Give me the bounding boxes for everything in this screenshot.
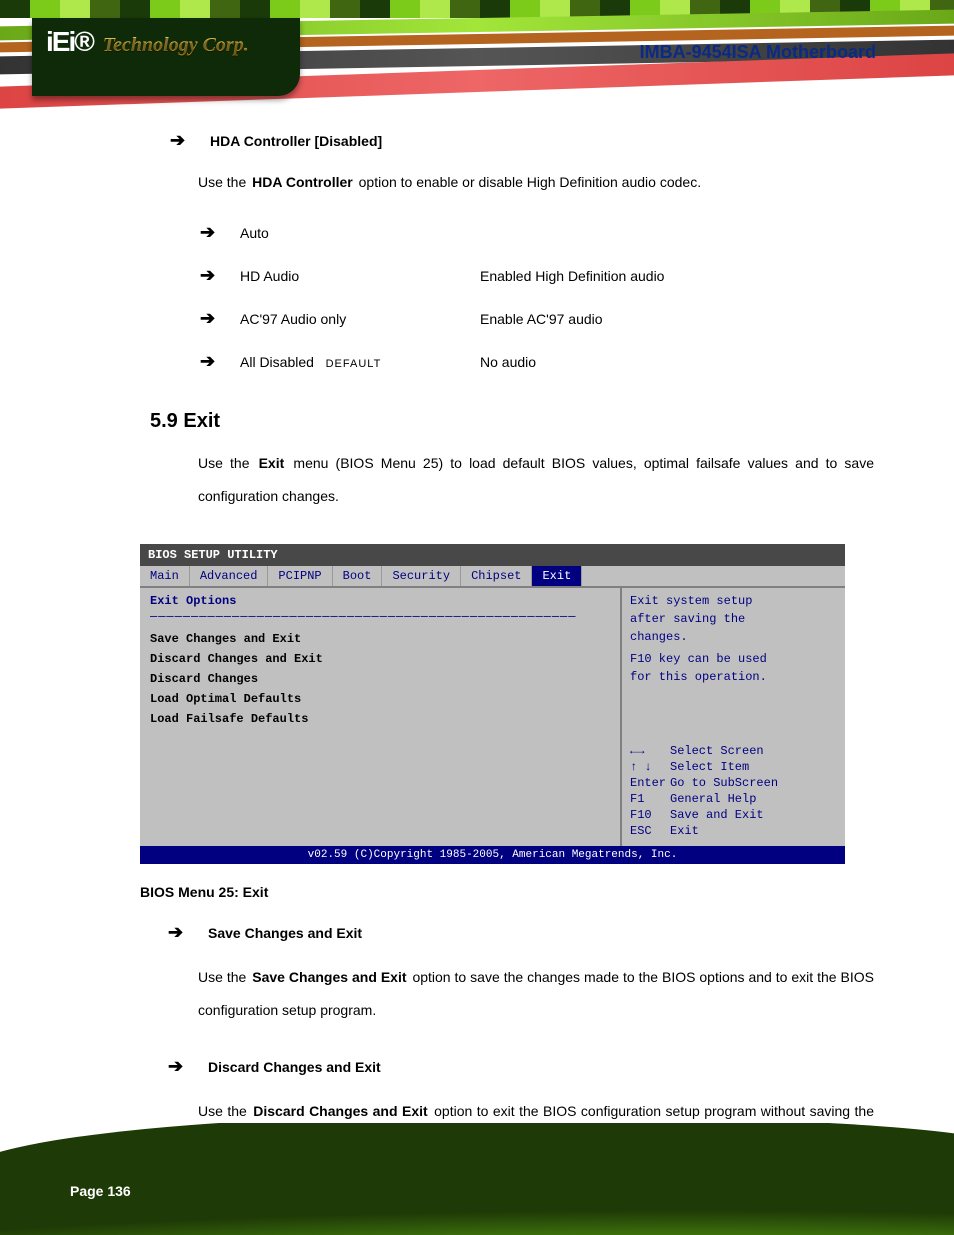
bios-item: Load Optimal Defaults [150, 692, 610, 706]
bios-key: ↑ ↓ [630, 760, 670, 774]
bios-body: Exit Options ───────────────────────────… [140, 588, 845, 846]
product-name: IMBA-9454ISA Motherboard [640, 42, 876, 63]
logo-reg: ® [74, 26, 93, 58]
save-exit-heading-row: ➔ Save Changes and Exit [168, 922, 874, 943]
hda-option-default: DEFAULT [326, 358, 382, 370]
hda-intro-prefix: Use the [198, 174, 250, 190]
arrow-icon: ➔ [168, 1056, 208, 1077]
bios-tab-main: Main [140, 566, 190, 586]
bios-key: Enter [630, 776, 670, 790]
bios-tab-advanced: Advanced [190, 566, 269, 586]
arrow-icon: ➔ [200, 351, 240, 372]
arrow-icon: ➔ [168, 922, 208, 943]
bios-desc-line: for this operation. [630, 670, 837, 684]
bios-key-label: General Help [670, 792, 756, 806]
bios-desc-line: F10 key can be used [630, 652, 837, 666]
bios-key-label: Select Item [670, 760, 749, 774]
bios-key-label: Exit [670, 824, 699, 838]
bios-tab-boot: Boot [333, 566, 383, 586]
save-exit-intro: Use the Save Changes and Exit option to … [198, 961, 874, 1028]
bios-desc-line: Exit system setup [630, 594, 837, 608]
logo-tech: Technology Corp. [103, 34, 249, 57]
bios-desc-line: changes. [630, 630, 837, 644]
bios-tab-security: Security [382, 566, 461, 586]
bios-tabs: Main Advanced PCIPNP Boot Security Chips… [140, 566, 845, 588]
hda-option-name: HD Audio [240, 268, 480, 284]
hda-option-row: ➔ HD Audio Enabled High Definition audio [200, 265, 874, 286]
bios-item: Save Changes and Exit [150, 632, 610, 646]
exit-intro: Use the Exit menu (BIOS Menu 25) to load… [198, 447, 874, 514]
bios-key: F1 [630, 792, 670, 806]
bios-tab-pcipnp: PCIPNP [268, 566, 332, 586]
hda-heading: HDA Controller [Disabled] [210, 133, 382, 149]
exit-intro-bold: Exit [259, 455, 285, 471]
content: ➔ HDA Controller [Disabled] Use the HDA … [0, 120, 954, 1162]
bios-divider: ────────────────────────────────────────… [150, 610, 610, 624]
bios-key-label: Select Screen [670, 744, 764, 758]
arrow-icon: ➔ [200, 222, 240, 243]
bios-screenshot: BIOS SETUP UTILITY Main Advanced PCIPNP … [140, 544, 845, 864]
bios-title: BIOS SETUP UTILITY [140, 544, 845, 566]
hda-option-name: All Disabled [240, 354, 314, 370]
exit-intro-suffix: menu (BIOS Menu 25) to load default BIOS… [198, 455, 874, 505]
bios-item: Discard Changes [150, 672, 610, 686]
bios-desc-line: after saving the [630, 612, 837, 626]
footer-curve [0, 1123, 954, 1235]
hda-option-row: ➔ Auto [200, 222, 874, 243]
bios-tab-exit: Exit [532, 566, 582, 586]
bios-right-pane: Exit system setup after saving the chang… [622, 588, 845, 846]
footer-band: Page 136 [0, 1123, 954, 1235]
hda-heading-row: ➔ HDA Controller [Disabled] [170, 130, 874, 151]
bios-key-label: Go to SubScreen [670, 776, 778, 790]
bios-help: ←→Select Screen ↑ ↓Select Item EnterGo t… [630, 744, 837, 840]
bios-left-pane: Exit Options ───────────────────────────… [140, 588, 622, 846]
bios-key: ←→ [630, 744, 670, 758]
bios-key-label: Save and Exit [670, 808, 764, 822]
save-exit-bold: Save Changes and Exit [252, 969, 406, 985]
hda-option-row: ➔ AC'97 Audio only Enable AC'97 audio [200, 308, 874, 329]
bios-tab-chipset: Chipset [461, 566, 532, 586]
logo: iEi® Technology Corp. [32, 18, 300, 96]
hda-option-desc: No audio [480, 354, 536, 370]
bios-item: Load Failsafe Defaults [150, 712, 610, 726]
hda-option-name: AC'97 Audio only [240, 311, 480, 327]
hda-option-row: ➔ All Disabled DEFAULT No audio [200, 351, 874, 372]
arrow-icon: ➔ [170, 130, 210, 151]
hda-intro: Use the HDA Controller option to enable … [198, 169, 874, 196]
save-exit-heading: Save Changes and Exit [208, 925, 362, 941]
bios-key: F10 [630, 808, 670, 822]
hda-intro-bold: HDA Controller [252, 174, 353, 190]
save-exit-prefix: Use the [198, 969, 250, 985]
bios-item: Discard Changes and Exit [150, 652, 610, 666]
discard-exit-bold: Discard Changes and Exit [253, 1103, 427, 1119]
logo-iei: iEi [46, 26, 74, 58]
hda-option-desc: Enabled High Definition audio [480, 268, 664, 284]
bios-caption: BIOS Menu 25: Exit [140, 884, 874, 900]
header-band: iEi® Technology Corp. IMBA-9454ISA Mothe… [0, 0, 954, 120]
page-number: Page 136 [70, 1183, 131, 1199]
exit-intro-prefix: Use the [198, 455, 257, 471]
discard-exit-prefix: Use the [198, 1103, 251, 1119]
arrow-icon: ➔ [200, 308, 240, 329]
hda-option-desc: Enable AC'97 audio [480, 311, 603, 327]
hda-intro-suffix: option to enable or disable High Definit… [359, 174, 701, 190]
bios-left-header: Exit Options [150, 594, 610, 608]
hda-option-table: ➔ Auto ➔ HD Audio Enabled High Definitio… [200, 222, 874, 372]
exit-section-heading: 5.9 Exit [150, 410, 874, 433]
arrow-icon: ➔ [200, 265, 240, 286]
hda-option-name: Auto [240, 225, 480, 241]
discard-exit-heading-row: ➔ Discard Changes and Exit [168, 1056, 874, 1077]
bios-footer: v02.59 (C)Copyright 1985-2005, American … [140, 846, 845, 864]
discard-exit-heading: Discard Changes and Exit [208, 1059, 381, 1075]
bios-key: ESC [630, 824, 670, 838]
